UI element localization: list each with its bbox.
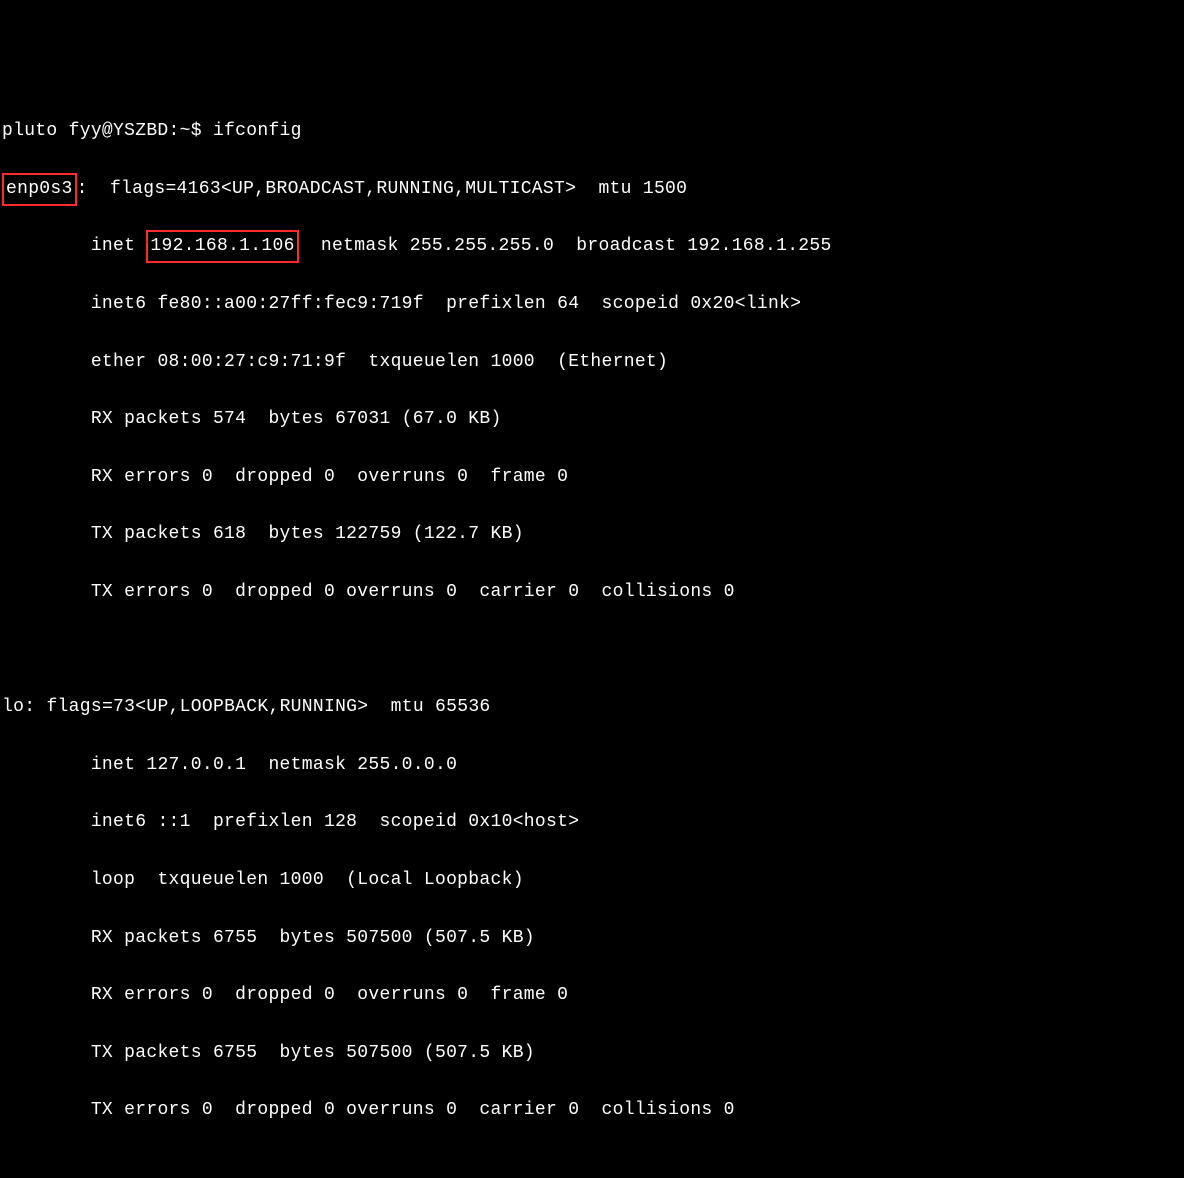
- iface2-inet: inet 127.0.0.1 netmask 255.0.0.0: [2, 751, 1182, 780]
- iface1-mtu: mtu 1500: [598, 179, 687, 199]
- prompt-line: pluto fyy@YSZBD:~$ ifconfig: [2, 117, 1182, 146]
- iface1-tx-errors: TX errors 0 dropped 0 overruns 0 carrier…: [2, 578, 1182, 607]
- iface1-name-highlight: enp0s3: [2, 173, 77, 206]
- blank-line: [2, 636, 1182, 665]
- iface1-ether: ether 08:00:27:c9:71:9f txqueuelen 1000 …: [2, 348, 1182, 377]
- iface2-tx-errors: TX errors 0 dropped 0 overruns 0 carrier…: [2, 1096, 1182, 1125]
- command-text[interactable]: ifconfig: [213, 121, 302, 141]
- iface2-tx-packets: TX packets 6755 bytes 507500 (507.5 KB): [2, 1039, 1182, 1068]
- iface2-name: lo: [2, 697, 24, 717]
- iface1-ip-highlight: 192.168.1.106: [146, 230, 298, 263]
- iface1-header: enp0s3: flags=4163<UP,BROADCAST,RUNNING,…: [2, 175, 1182, 204]
- iface2-loop: loop txqueuelen 1000 (Local Loopback): [2, 866, 1182, 895]
- iface1-broadcast: broadcast 192.168.1.255: [576, 236, 831, 256]
- iface1-inet6: inet6 fe80::a00:27ff:fec9:719f prefixlen…: [2, 290, 1182, 319]
- iface1-inet-label: inet: [91, 236, 135, 256]
- iface2-flags: flags=73<UP,LOOPBACK,RUNNING>: [46, 697, 368, 717]
- iface1-netmask: netmask 255.255.255.0: [321, 236, 554, 256]
- iface1-tx-packets: TX packets 618 bytes 122759 (122.7 KB): [2, 520, 1182, 549]
- iface1-rx-packets: RX packets 574 bytes 67031 (67.0 KB): [2, 405, 1182, 434]
- iface2-rx-errors: RX errors 0 dropped 0 overruns 0 frame 0: [2, 981, 1182, 1010]
- iface2-rx-packets: RX packets 6755 bytes 507500 (507.5 KB): [2, 924, 1182, 953]
- iface1-inet-line: inet 192.168.1.106 netmask 255.255.255.0…: [2, 232, 1182, 261]
- iface2-mtu: mtu 65536: [391, 697, 491, 717]
- iface1-flags: flags=4163<UP,BROADCAST,RUNNING,MULTICAS…: [110, 179, 576, 199]
- iface1-rx-errors: RX errors 0 dropped 0 overruns 0 frame 0: [2, 463, 1182, 492]
- iface2-header: lo: flags=73<UP,LOOPBACK,RUNNING> mtu 65…: [2, 693, 1182, 722]
- iface2-inet6: inet6 ::1 prefixlen 128 scopeid 0x10<hos…: [2, 808, 1182, 837]
